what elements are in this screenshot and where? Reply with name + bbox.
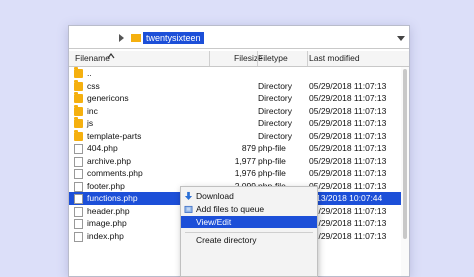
file-modified: 05/29/2018 11:07:13 — [309, 205, 387, 216]
file-type: Directory — [258, 105, 293, 116]
menu-separator — [185, 232, 313, 233]
file-name: image.php — [87, 218, 127, 228]
menu-item-label: Download — [196, 191, 234, 201]
table-row[interactable]: 404.php 879 php-file 05/29/2018 11:07:13 — [69, 142, 409, 155]
file-icon — [74, 219, 83, 229]
folder-icon — [74, 67, 83, 78]
menu-item-add-to-queue[interactable]: Add files to queue — [181, 203, 317, 215]
folder-icon — [74, 117, 83, 128]
file-modified: 05/29/2018 11:07:13 — [309, 130, 387, 141]
queue-add-icon — [184, 205, 193, 213]
file-type: php-file — [258, 155, 286, 166]
tree-node-selected[interactable]: twentysixteen — [143, 32, 204, 44]
file-type: Directory — [258, 130, 293, 141]
file-size: 1,977 — [234, 155, 256, 166]
file-icon — [74, 181, 83, 192]
menu-item-view-edit[interactable]: View/Edit — [181, 216, 317, 228]
expand-arrow-icon[interactable] — [119, 34, 124, 42]
file-name: genericons — [87, 93, 129, 103]
folder-icon — [74, 79, 83, 91]
file-icon — [74, 144, 83, 154]
table-row[interactable]: comments.php 1,976 php-file 05/29/2018 11:0… — [69, 167, 409, 180]
file-size: 879 — [241, 143, 256, 153]
file-icon — [74, 206, 83, 217]
file-modified: 05/29/2018 11:07:13 — [309, 93, 387, 103]
context-menu: Download Add files to queue View/Edit Cr… — [180, 186, 318, 277]
folder-icon — [74, 129, 83, 141]
scrollbar-thumb[interactable] — [403, 69, 407, 239]
table-row[interactable]: genericons Directory 05/29/2018 11:07:13 — [69, 92, 409, 105]
download-arrow-icon — [184, 191, 193, 201]
table-row[interactable]: template-parts Directory 05/29/2018 11:07:… — [69, 129, 409, 143]
column-divider[interactable] — [209, 51, 210, 66]
file-type: Directory — [258, 118, 293, 128]
file-name: archive.php — [87, 155, 131, 166]
column-filetype[interactable]: Filetype — [258, 53, 288, 63]
file-type: php-file — [258, 143, 286, 153]
menu-item-label: Create directory — [196, 235, 257, 245]
file-type: Directory — [258, 80, 293, 91]
table-row[interactable]: archive.php 1,977 php-file 05/29/2018 11:07… — [69, 155, 409, 168]
file-name: 404.php — [87, 143, 118, 153]
table-row[interactable]: js Directory 05/29/2018 11:07:13 — [69, 117, 409, 130]
file-modified: 05/29/2018 11:07:13 — [309, 155, 387, 166]
file-name: template-parts — [87, 130, 142, 141]
directory-tree: twentysixteen — [69, 26, 409, 49]
file-modified: 05/29/2018 11:07:13 — [309, 118, 387, 128]
menu-item-download[interactable]: Download — [181, 190, 317, 202]
file-name: css — [87, 80, 100, 91]
vertical-scrollbar[interactable] — [401, 67, 409, 276]
file-name: functions.php — [87, 193, 138, 203]
file-size: 1,976 — [234, 168, 256, 178]
scroll-up-icon[interactable] — [397, 36, 405, 41]
file-type: Directory — [258, 93, 293, 103]
table-row[interactable]: .. — [69, 67, 409, 80]
file-modified: 05/29/2018 11:07:13 — [309, 168, 387, 178]
file-name: js — [87, 118, 94, 128]
menu-item-label: View/Edit — [196, 217, 232, 227]
folder-icon — [74, 92, 83, 103]
sort-ascending-icon — [107, 53, 115, 59]
file-modified: 05/29/2018 11:07:13 — [309, 105, 387, 116]
file-name: footer.php — [87, 180, 125, 191]
file-name: inc — [87, 105, 98, 116]
file-name: .. — [87, 68, 92, 78]
file-list-header: Filename Filesize Filetype Last modified — [69, 51, 409, 67]
column-filename[interactable]: Filename — [75, 53, 110, 63]
file-modified: 05/29/2018 11:07:13 — [309, 218, 387, 228]
file-modified: 05/29/2018 11:07:13 — [309, 143, 387, 153]
file-icon — [74, 194, 83, 204]
folder-icon — [74, 104, 83, 116]
file-name: header.php — [87, 205, 130, 216]
column-last-modified[interactable]: Last modified — [309, 53, 360, 63]
file-modified: 05/29/2018 11:07:13 — [309, 80, 387, 91]
folder-icon — [131, 34, 141, 42]
file-name: comments.php — [87, 168, 143, 178]
menu-item-label: Add files to queue — [196, 204, 265, 214]
file-icon — [74, 231, 83, 242]
column-filesize[interactable]: Filesize — [234, 53, 263, 63]
file-name: index.php — [87, 230, 124, 241]
table-row[interactable]: inc Directory 05/29/2018 11:07:13 — [69, 104, 409, 118]
menu-item-create-directory[interactable]: Create directory — [181, 234, 317, 246]
file-type: php-file — [258, 168, 286, 178]
file-modified: 05/29/2018 11:07:13 — [309, 180, 387, 191]
table-row[interactable]: css Directory 05/29/2018 11:07:13 — [69, 79, 409, 93]
file-modified: 05/29/2018 11:07:13 — [309, 230, 387, 241]
file-icon — [74, 169, 83, 179]
file-modified: 7/13/2018 10:07:44 — [309, 193, 383, 203]
file-icon — [74, 156, 83, 167]
column-divider[interactable] — [307, 51, 308, 66]
